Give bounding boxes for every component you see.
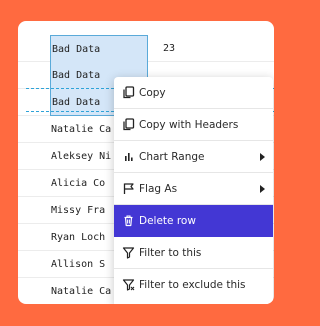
menu-item-label: Filter to this	[139, 247, 202, 259]
menu-item-copy[interactable]: Copy	[114, 77, 273, 109]
menu-item-filter-to-this[interactable]: Filter to this	[114, 237, 273, 269]
filter-exclude-icon	[122, 279, 135, 291]
table-cell-value[interactable]: 23	[163, 35, 175, 62]
chevron-right-icon	[260, 153, 265, 161]
menu-item-label: Flag As	[139, 183, 178, 195]
menu-item-label: Delete row	[139, 215, 196, 227]
table-row[interactable]: Bad Data 23	[18, 35, 274, 62]
menu-item-copy-with-headers[interactable]: Copy with Headers	[114, 109, 273, 141]
menu-item-label: Filter to exclude this	[139, 279, 246, 291]
filter-icon	[122, 247, 135, 259]
bar-chart-icon	[125, 153, 133, 161]
chevron-right-icon	[260, 185, 265, 193]
menu-item-delete-row[interactable]: Delete row	[114, 205, 273, 237]
flag-icon	[123, 183, 134, 194]
menu-item-flag-as[interactable]: Flag As	[114, 173, 273, 205]
trash-icon	[124, 215, 133, 227]
data-grid-card: Bad Data 23 Bad Data Bad Data Natalie Ca…	[18, 21, 274, 304]
table-cell-name[interactable]: Bad Data	[50, 35, 148, 62]
menu-item-label: Copy	[139, 87, 166, 99]
copy-icon	[123, 86, 135, 99]
menu-item-chart-range[interactable]: Chart Range	[114, 141, 273, 173]
menu-item-filter-to-exclude-this[interactable]: Filter to exclude this	[114, 269, 273, 301]
menu-item-label: Copy with Headers	[139, 119, 239, 131]
copy-icon	[123, 118, 135, 131]
menu-item-label: Chart Range	[139, 151, 205, 163]
context-menu: Copy Copy with Headers Chart Range Flag …	[114, 77, 273, 304]
